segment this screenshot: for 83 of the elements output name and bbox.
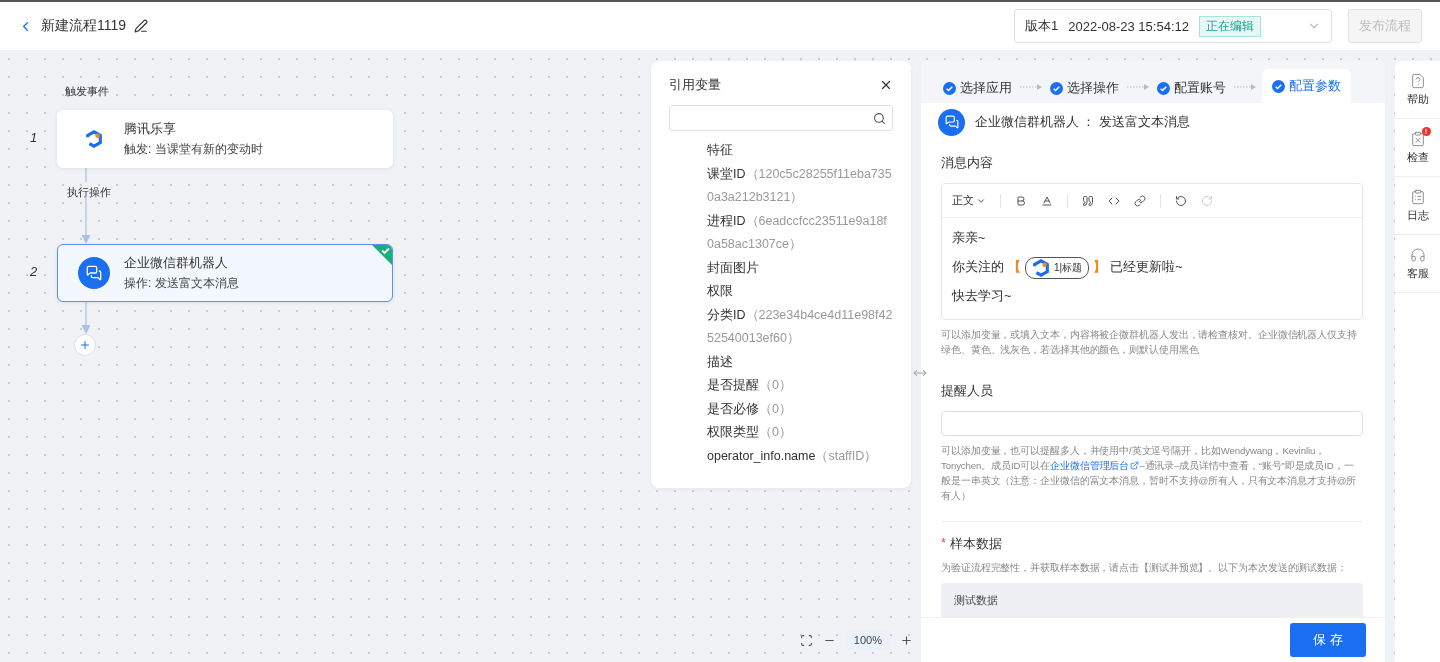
- format-dropdown[interactable]: 正文: [952, 193, 986, 209]
- hexagon-logo-icon: [1032, 258, 1050, 277]
- message-text: 你关注的: [952, 259, 1004, 277]
- save-button[interactable]: 保 存: [1290, 623, 1366, 657]
- log-icon: [1409, 188, 1426, 205]
- node-subtitle: 操作: 发送富文本消息: [124, 274, 239, 292]
- search-icon: [873, 111, 886, 125]
- chat-bot-icon: [78, 257, 110, 289]
- variable-item[interactable]: 权限: [707, 280, 893, 304]
- edit-pencil-icon[interactable]: [134, 19, 149, 33]
- bracket-mark: 】: [1093, 259, 1107, 277]
- service-icon: [1409, 246, 1426, 263]
- dotted-arrow-icon: [1234, 84, 1256, 90]
- hint-text: 可以添加变量，也可以提醒多人，并使用中/英文逗号隔开，比如Wendywang，Kevinliu，Tonychen。成员ID可以在企业微信管理后台 –通讯录–成员详情中查看，“账号”即是成员ID，一般是一串英文（注意：企业微信的富文本消息，暂时不支持@所有人，只有文本消息才支持@所有人）: [941, 444, 1358, 504]
- connector-arrow: [80, 302, 92, 334]
- hint-text: 可以添加变量，或填入文本，内容将被企微群机器人发出，请检查核对。企业微信机器人仅支持绿色、黄色、浅灰色，若选择其他的颜色，则默认使用黑色: [941, 328, 1358, 358]
- section-title: 样本数据: [949, 536, 1002, 553]
- step-tab[interactable]: 选择操作: [1048, 73, 1121, 103]
- quote-icon[interactable]: [1082, 194, 1094, 207]
- bracket-mark: 【: [1008, 259, 1021, 277]
- section-label: 提醒人员: [941, 383, 994, 401]
- flow-node-card[interactable]: 企业微信群机器人 操作: 发送富文本消息: [57, 244, 393, 302]
- step-number: 2: [30, 264, 38, 279]
- version-select[interactable]: 版本1 2022-08-23 15:54:12 正在编辑: [1014, 9, 1332, 43]
- help-icon: [1409, 72, 1426, 89]
- done-corner-badge: [372, 245, 392, 265]
- reminder-input[interactable]: [941, 411, 1363, 437]
- sidebar-button[interactable]: 日志: [1395, 177, 1440, 235]
- required-mark: *: [941, 536, 946, 552]
- external-link-icon: [1130, 461, 1140, 471]
- zoom-level: 100%: [845, 630, 890, 650]
- variable-item[interactable]: 是否必修（0）: [707, 397, 893, 421]
- step-number: 1: [30, 130, 38, 145]
- node-title: 腾讯乐享: [124, 120, 177, 138]
- chat-bot-icon: [938, 108, 965, 136]
- editing-status-tag: 正在编辑: [1198, 15, 1261, 37]
- hint-text: 为验证流程完整性，并获取样本数据，请点击【测试并预览】。以下为本次发送的测试数据：: [941, 561, 1348, 575]
- dotted-arrow-icon: [1127, 84, 1149, 90]
- check-circle-icon: [943, 81, 956, 95]
- step-tab[interactable]: 选择应用: [941, 73, 1014, 103]
- variable-item[interactable]: 权限类型（0）: [707, 421, 893, 445]
- bold-icon[interactable]: [1015, 194, 1027, 207]
- variable-item[interactable]: 课堂ID（120c5c28255f11eba7350a3a212b3121）: [707, 162, 893, 210]
- rich-text-editor[interactable]: 正文 亲亲~ 你关注的 【 1|标题 】 已经更新啦~ 快去学习~: [941, 183, 1363, 321]
- check-circle-icon: [1157, 81, 1170, 95]
- flow-title: 新建流程1119: [41, 17, 127, 35]
- step-tab[interactable]: 配置账号: [1155, 73, 1228, 103]
- message-line: 亲亲~: [952, 230, 986, 248]
- flow-node-card[interactable]: 腾讯乐享 触发: 当课堂有新的变动时: [57, 110, 393, 168]
- color-icon[interactable]: [1041, 194, 1053, 207]
- node-title: 企业微信群机器人: [124, 254, 229, 272]
- variable-item[interactable]: operator_info.name（staffID）: [707, 444, 893, 468]
- undo-icon[interactable]: [1175, 194, 1187, 207]
- panel-title: 引用变量: [669, 76, 721, 94]
- variable-item[interactable]: 特征: [707, 139, 893, 163]
- fit-screen-icon[interactable]: [799, 633, 813, 647]
- variable-item[interactable]: 分类ID（223e34b4ce4d11e98f4252540013ef60）: [707, 303, 893, 351]
- node-subtitle: 触发: 当课堂有新的变动时: [124, 140, 263, 158]
- dotted-arrow-icon: [1020, 84, 1042, 90]
- variable-item[interactable]: 进程ID（6eadccfcc23511e9a18f0a58ac1307ce）: [707, 209, 893, 257]
- link-icon[interactable]: [1134, 194, 1146, 207]
- variable-chip[interactable]: 1|标题: [1025, 256, 1090, 279]
- section-label: 消息内容: [941, 155, 994, 173]
- box-title: 测试数据: [954, 594, 998, 606]
- step-tab[interactable]: 配置参数: [1262, 69, 1351, 103]
- zoom-in-icon[interactable]: [900, 633, 913, 647]
- variable-item[interactable]: 封面图片: [707, 256, 893, 280]
- check-circle-icon: [1050, 81, 1063, 95]
- variable-item[interactable]: 是否提醒（0）: [707, 374, 893, 398]
- action-label: 执行操作: [67, 185, 111, 200]
- check-circle-icon: [1272, 79, 1285, 93]
- plus-icon: [79, 339, 91, 351]
- sidebar-button[interactable]: 帮助: [1395, 61, 1440, 119]
- trigger-label: 触发事件: [65, 84, 109, 99]
- message-line: 快去学习~: [952, 288, 1012, 306]
- close-icon[interactable]: [879, 78, 893, 92]
- hexagon-logo-icon: [85, 130, 103, 148]
- variable-item[interactable]: 描述: [707, 350, 893, 374]
- admin-link[interactable]: 企业微信管理后台: [1050, 458, 1140, 474]
- sidebar-button[interactable]: 客服: [1395, 235, 1440, 293]
- message-text: 已经更新啦~: [1110, 259, 1183, 277]
- app-action-title: 企业微信群机器人 ： 发送富文本消息: [975, 113, 1190, 131]
- search-field[interactable]: [669, 105, 893, 131]
